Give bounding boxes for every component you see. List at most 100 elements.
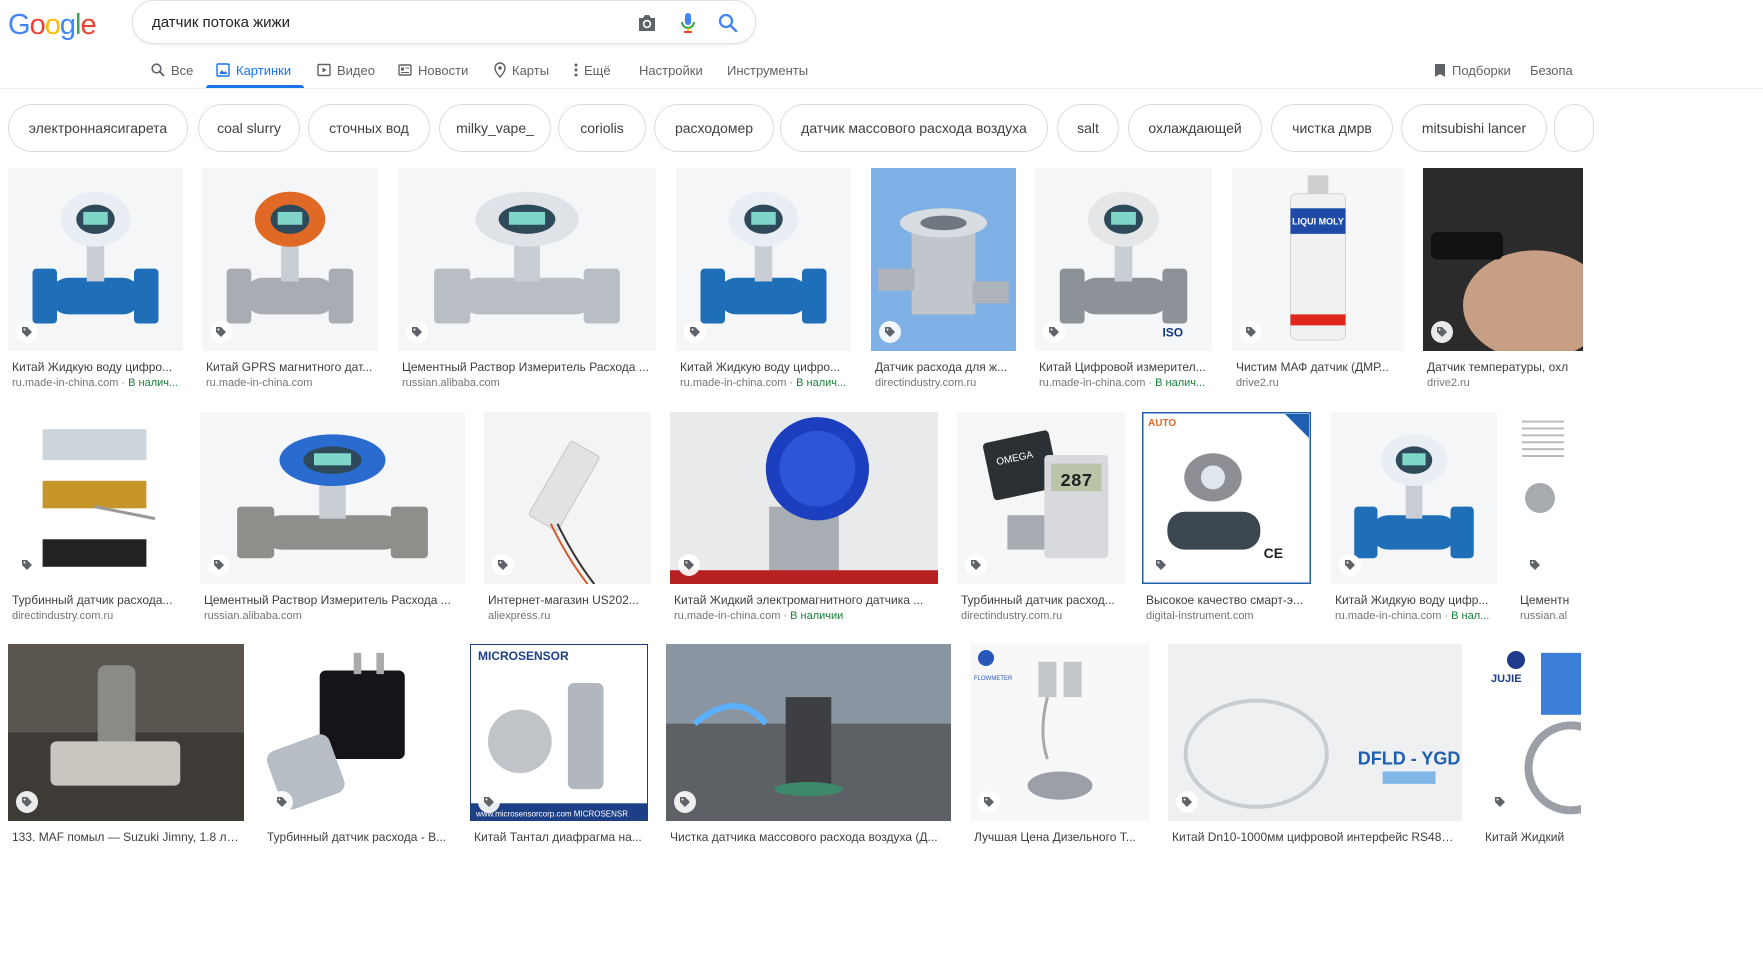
image-result[interactable]: Китай Жидкую воду цифро... ru.made-in-chi…	[8, 168, 183, 396]
tab-video[interactable]: Видео	[317, 52, 375, 88]
tab-settings[interactable]: Настройки	[639, 52, 703, 88]
chip[interactable]: coal slurry	[198, 104, 300, 152]
result-thumbnail[interactable]: DFLD - YGD	[1168, 644, 1462, 821]
result-thumbnail[interactable]	[398, 168, 656, 351]
chip-partial[interactable]	[1554, 104, 1594, 152]
result-title[interactable]: Китай Тантал диафрагма на...	[474, 830, 644, 844]
search-box[interactable]: датчик потока жижи	[132, 0, 756, 44]
image-result[interactable]: OMEGA 287 Турбинный датчик расход... dire…	[957, 412, 1125, 629]
source-domain: ru.made-in-china.com	[1039, 377, 1146, 389]
chip[interactable]: salt	[1057, 104, 1119, 152]
chip[interactable]: датчик массового расхода воздуха	[780, 104, 1048, 152]
tab-label: Видео	[337, 62, 375, 78]
image-result[interactable]: Датчик расхода для ж... directindustry.co…	[871, 168, 1016, 396]
tab-all[interactable]: Все	[151, 52, 193, 88]
chip[interactable]: электроннаясигарета	[8, 104, 188, 152]
image-result[interactable]: Датчик температуры, охл drive2.ru	[1423, 168, 1583, 396]
tab-maps[interactable]: Карты	[494, 52, 549, 88]
image-result[interactable]: Китай GPRS магнитного дат... ru.made-in-c…	[202, 168, 378, 396]
chip[interactable]: coriolis	[558, 104, 646, 152]
svg-text:LIQUI MOLY: LIQUI MOLY	[1292, 217, 1344, 227]
product-tag-icon	[1150, 554, 1172, 576]
result-title[interactable]: Китай Жидкий электромагнитного датчика .…	[674, 593, 934, 607]
news-icon	[398, 64, 412, 76]
image-result[interactable]: 133. MAF помыл — Suzuki Jimny, 1.8 л.,..…	[8, 644, 244, 866]
result-title[interactable]: Интернет-магазин US202...	[488, 593, 647, 607]
camera-icon[interactable]	[635, 11, 659, 35]
result-source: russian.alibaba.com	[204, 610, 461, 622]
result-title[interactable]: Китай Жидкую воду цифро...	[12, 360, 179, 374]
result-title[interactable]: Чистка датчика массового расхода воздуха…	[670, 830, 947, 844]
image-result[interactable]: Китай Жидкую воду цифр... ru.made-in-chin…	[1331, 412, 1497, 629]
logo-letter: g	[59, 8, 76, 41]
result-source: ru.made-in-china.com · В нал...	[1335, 610, 1493, 622]
result-title[interactable]: Китай Цифровой измерител...	[1039, 360, 1208, 374]
image-result[interactable]: Китай Жидкую воду цифро... ru.made-in-chi…	[676, 168, 851, 396]
chip[interactable]: чистка дмрв	[1271, 104, 1393, 152]
chip[interactable]: охлаждающей	[1128, 104, 1262, 152]
result-title[interactable]: Турбинный датчик расхода...	[12, 593, 177, 607]
search-input[interactable]: датчик потока жижи	[152, 14, 290, 31]
tab-images[interactable]: Картинки	[216, 52, 291, 88]
result-title[interactable]: Цементный Раствор Измеритель Расхода ...	[204, 593, 461, 607]
image-result[interactable]: ISO Китай Цифровой измерител... ru.made-in…	[1035, 168, 1212, 396]
source-domain: directindustry.com.ru	[12, 610, 114, 622]
image-result[interactable]: Турбинный датчик расхода... directindustr…	[8, 412, 181, 629]
result-title[interactable]: Цементн	[1520, 593, 1572, 607]
image-result[interactable]: LIQUI MOLY Чистим МАФ датчик (ДМР... driv…	[1232, 168, 1404, 396]
image-result[interactable]: AUTO CE Высокое качество смарт-э... digita…	[1142, 412, 1311, 629]
result-thumbnail[interactable]	[200, 412, 465, 584]
image-result[interactable]: FLOWMETER Лучшая Цена Дизельного Т...	[970, 644, 1150, 866]
result-title[interactable]: Китай Жидкий	[1485, 830, 1577, 844]
result-title[interactable]: Китай GPRS магнитного дат...	[206, 360, 374, 374]
microphone-icon[interactable]	[676, 11, 700, 35]
image-result[interactable]: JUJIE Китай Жидкий	[1481, 644, 1581, 866]
stock-status: В налич...	[128, 377, 179, 389]
product-tag-icon	[674, 791, 696, 813]
tab-more[interactable]: Ещё	[574, 52, 611, 88]
image-result[interactable]: Цементн russian.al	[1516, 412, 1576, 629]
tab-label: Ещё	[584, 62, 611, 78]
chip[interactable]: расходомер	[654, 104, 774, 152]
chip[interactable]: milky_vape_	[439, 104, 551, 152]
tab-news[interactable]: Новости	[398, 52, 468, 88]
image-result[interactable]: Цементный Раствор Измеритель Расхода ...…	[200, 412, 465, 629]
result-title[interactable]: Высокое качество смарт-э...	[1146, 593, 1307, 607]
result-title[interactable]: 133. MAF помыл — Suzuki Jimny, 1.8 л.,..…	[12, 830, 240, 844]
result-thumbnail[interactable]	[670, 412, 938, 584]
image-result[interactable]: Турбинный датчик расхода - В...	[263, 644, 452, 866]
result-title[interactable]: Чистим МАФ датчик (ДМР...	[1236, 360, 1400, 374]
chip[interactable]: mitsubishi lancer	[1401, 104, 1547, 152]
search-icon	[151, 63, 165, 77]
result-thumbnail[interactable]	[666, 644, 951, 821]
result-title[interactable]: Турбинный датчик расхода - В...	[267, 830, 448, 844]
result-title[interactable]: Китай Жидкую воду цифр...	[1335, 593, 1493, 607]
result-source: ru.made-in-china.com	[206, 377, 374, 389]
result-title[interactable]: Китай Жидкую воду цифро...	[680, 360, 847, 374]
result-source: ru.made-in-china.com · В налич...	[680, 377, 847, 389]
image-result[interactable]: DFLD - YGD Китай Dn10-1000мм цифровой ин…	[1168, 644, 1462, 866]
image-result[interactable]: MICROSENSOR www.microsensorcorp.com MICR…	[470, 644, 648, 866]
result-title[interactable]: Цементный Раствор Измеритель Расхода ...	[402, 360, 652, 374]
result-thumbnail[interactable]	[8, 644, 244, 821]
google-logo[interactable]: Google	[8, 8, 97, 41]
result-title[interactable]: Китай Dn10-1000мм цифровой интерфейс RS4…	[1172, 830, 1458, 844]
svg-text:DFLD - YGD: DFLD - YGD	[1358, 748, 1461, 768]
image-result[interactable]: Китай Жидкий электромагнитного датчика .…	[670, 412, 938, 629]
search-icon[interactable]	[716, 11, 740, 35]
source-domain: directindustry.com.ru	[961, 610, 1063, 622]
result-title[interactable]: Датчик температуры, охл	[1427, 360, 1579, 374]
image-result[interactable]: Интернет-магазин US202... aliexpress.ru	[484, 412, 651, 629]
collections-link[interactable]: Подборки	[1434, 52, 1511, 88]
tab-tools[interactable]: Инструменты	[727, 52, 808, 88]
safe-search-link[interactable]: Безопа	[1530, 52, 1573, 88]
image-result[interactable]: Цементный Раствор Измеритель Расхода ...…	[398, 168, 656, 396]
result-thumbnail[interactable]	[263, 644, 452, 821]
result-title[interactable]: Турбинный датчик расход...	[961, 593, 1121, 607]
result-title[interactable]: Датчик расхода для ж...	[875, 360, 1012, 374]
chip[interactable]: сточных вод	[308, 104, 430, 152]
result-title[interactable]: Лучшая Цена Дизельного Т...	[974, 830, 1146, 844]
map-pin-icon	[494, 62, 506, 78]
image-result[interactable]: Чистка датчика массового расхода воздуха…	[666, 644, 951, 866]
product-tag-icon	[965, 554, 987, 576]
